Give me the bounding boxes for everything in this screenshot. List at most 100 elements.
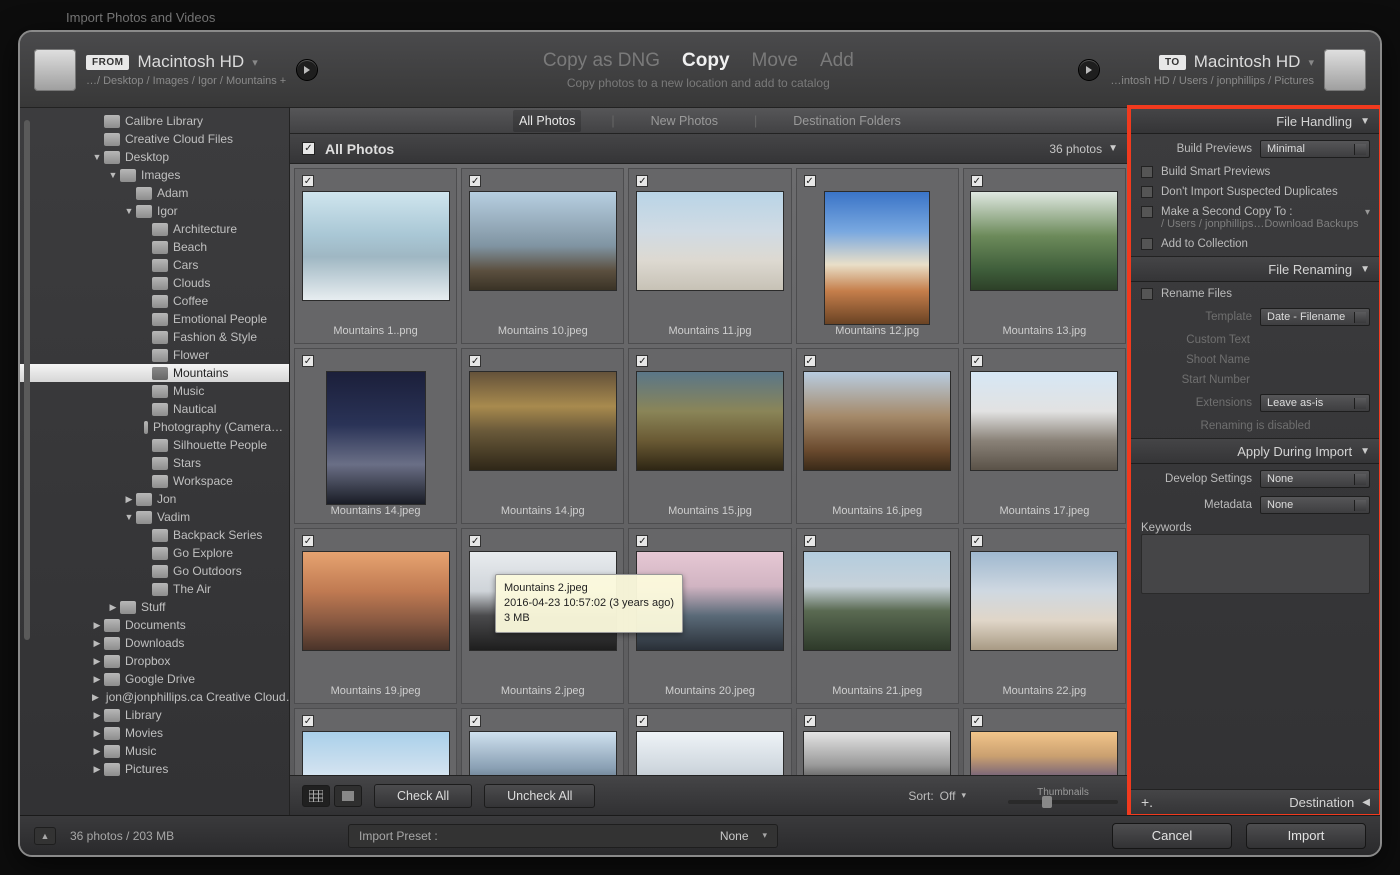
thumbnail-image[interactable] (302, 191, 450, 301)
add-subfolder-button[interactable]: +. (1141, 794, 1153, 810)
tree-item[interactable]: ▶jon@jonphillips.ca Creative Cloud… (20, 688, 289, 706)
disclosure-icon[interactable]: ▶ (92, 692, 99, 703)
tree-item[interactable]: Nautical (20, 400, 289, 418)
thumbnail-checkbox[interactable]: ✓ (971, 355, 983, 367)
thumbnail-cell[interactable]: ✓Mountains 1..png (294, 168, 457, 344)
disclosure-icon[interactable]: ▼ (124, 206, 134, 216)
thumbnail-cell[interactable]: ✓ (461, 708, 624, 775)
tree-item[interactable]: Clouds (20, 274, 289, 292)
grid-view-button[interactable] (302, 785, 330, 807)
add-collection-checkbox[interactable] (1141, 238, 1153, 250)
thumbnail-cell[interactable]: ✓Mountains 22.jpg (963, 528, 1126, 704)
tree-item[interactable]: ▼Images (20, 166, 289, 184)
thumbnail-checkbox[interactable]: ✓ (971, 715, 983, 727)
disclosure-icon[interactable]: ▶ (92, 710, 102, 721)
thumbnail-image[interactable] (636, 731, 784, 775)
disclosure-icon[interactable]: ▶ (92, 656, 102, 667)
tree-item[interactable]: ▼Vadim (20, 508, 289, 526)
thumbnail-cell[interactable]: ✓Mountains 21.jpeg (796, 528, 959, 704)
thumbnail-cell[interactable]: ✓Mountains 16.jpeg (796, 348, 959, 524)
develop-settings-select[interactable]: None (1260, 470, 1370, 488)
tree-item[interactable]: Photography (Camera… (20, 418, 289, 436)
source-volume[interactable]: Macintosh HD (137, 52, 244, 72)
build-previews-select[interactable]: Minimal (1260, 140, 1370, 158)
thumbnail-image[interactable] (803, 371, 951, 471)
mode-add[interactable]: Add (820, 50, 854, 72)
tree-item[interactable]: The Air (20, 580, 289, 598)
thumbnail-image[interactable] (970, 191, 1118, 291)
thumbnail-image[interactable] (326, 371, 426, 505)
left-scrollbar[interactable] (24, 120, 30, 640)
thumbnail-checkbox[interactable]: ✓ (971, 535, 983, 547)
thumbnail-checkbox[interactable]: ✓ (302, 715, 314, 727)
template-select[interactable]: Date - Filename (1260, 308, 1370, 326)
thumbnail-checkbox[interactable]: ✓ (302, 535, 314, 547)
thumbnail-cell[interactable]: ✓Mountains 14.jpeg (294, 348, 457, 524)
thumbnail-image[interactable] (636, 191, 784, 291)
thumbnail-checkbox[interactable]: ✓ (469, 175, 481, 187)
file-handling-header[interactable]: File Handling ▼ (1131, 108, 1380, 134)
disclosure-icon[interactable]: ▼ (108, 170, 118, 180)
tree-item[interactable]: Backpack Series (20, 526, 289, 544)
thumbnail-cell[interactable]: ✓ (294, 708, 457, 775)
sort-menu-icon[interactable]: ▾ (961, 790, 966, 801)
thumbnail-checkbox[interactable]: ✓ (636, 535, 648, 547)
thumbnail-cell[interactable]: ✓Mountains 17.jpeg (963, 348, 1126, 524)
tree-item[interactable]: Cars (20, 256, 289, 274)
mode-copy-as-dng[interactable]: Copy as DNG (543, 50, 660, 72)
thumbnail-checkbox[interactable]: ✓ (804, 715, 816, 727)
folder-tree[interactable]: Calibre LibraryCreative Cloud Files▼Desk… (20, 108, 289, 815)
thumbnail-image[interactable] (803, 731, 951, 775)
thumbnail-checkbox[interactable]: ✓ (636, 715, 648, 727)
loupe-view-button[interactable] (334, 785, 362, 807)
thumbnail-checkbox[interactable]: ✓ (469, 535, 481, 547)
tree-item[interactable]: Stars (20, 454, 289, 472)
disclosure-icon[interactable]: ▶ (92, 620, 102, 631)
tab-new-photos[interactable]: New Photos (645, 110, 724, 132)
tree-item[interactable]: Fashion & Style (20, 328, 289, 346)
keywords-input[interactable] (1141, 534, 1370, 594)
thumbnail-image[interactable] (803, 551, 951, 651)
thumbnail-cell[interactable]: ✓Mountains 13.jpg (963, 168, 1126, 344)
thumbnail-cell[interactable]: ✓Mountains 12.jpg (796, 168, 959, 344)
apply-during-import-header[interactable]: Apply During Import ▼ (1131, 438, 1380, 464)
thumbnail-checkbox[interactable]: ✓ (804, 175, 816, 187)
tree-item[interactable]: ▶Library (20, 706, 289, 724)
collapse-button[interactable]: ▲ (34, 827, 56, 845)
tree-item[interactable]: Music (20, 382, 289, 400)
tree-item[interactable]: ▼Igor (20, 202, 289, 220)
disclosure-icon[interactable]: ▶ (108, 602, 118, 613)
uncheck-all-button[interactable]: Uncheck All (484, 784, 595, 808)
disclosure-icon[interactable]: ▶ (92, 746, 102, 757)
thumbnail-checkbox[interactable]: ✓ (636, 175, 648, 187)
mode-copy[interactable]: Copy (682, 50, 730, 72)
tab-all-photos[interactable]: All Photos (513, 110, 581, 132)
tree-item[interactable]: Beach (20, 238, 289, 256)
tree-item[interactable]: Workspace (20, 472, 289, 490)
thumbnail-image[interactable] (302, 731, 450, 775)
second-copy-menu-icon[interactable]: ▾ (1365, 207, 1370, 218)
thumbnail-grid[interactable]: ✓Mountains 1..png✓Mountains 10.jpeg✓Moun… (290, 164, 1130, 775)
tree-item[interactable]: Architecture (20, 220, 289, 238)
import-button[interactable]: Import (1246, 823, 1366, 849)
tree-item[interactable]: Coffee (20, 292, 289, 310)
file-renaming-header[interactable]: File Renaming ▼ (1131, 256, 1380, 282)
thumbnail-checkbox[interactable]: ✓ (804, 535, 816, 547)
disclosure-icon[interactable]: ▼ (124, 512, 134, 522)
thumbnail-cell[interactable]: ✓Mountains 11.jpg (628, 168, 791, 344)
source-forward-button[interactable] (296, 59, 318, 81)
tree-item[interactable]: Silhouette People (20, 436, 289, 454)
thumbnail-cell[interactable]: ✓Mountains 15.jpg (628, 348, 791, 524)
tree-item[interactable]: Go Explore (20, 544, 289, 562)
tree-item[interactable]: ▶Stuff (20, 598, 289, 616)
thumbnail-checkbox[interactable]: ✓ (469, 715, 481, 727)
tree-item[interactable]: Emotional People (20, 310, 289, 328)
thumbnail-checkbox[interactable]: ✓ (302, 175, 314, 187)
metadata-select[interactable]: None (1260, 496, 1370, 514)
destination-volume[interactable]: Macintosh HD (1194, 52, 1301, 72)
thumbnail-image[interactable] (970, 731, 1118, 775)
tree-item[interactable]: Go Outdoors (20, 562, 289, 580)
tree-item[interactable]: ▶Music (20, 742, 289, 760)
check-all-button[interactable]: Check All (374, 784, 472, 808)
grid-collapse-icon[interactable]: ▼ (1108, 143, 1118, 154)
